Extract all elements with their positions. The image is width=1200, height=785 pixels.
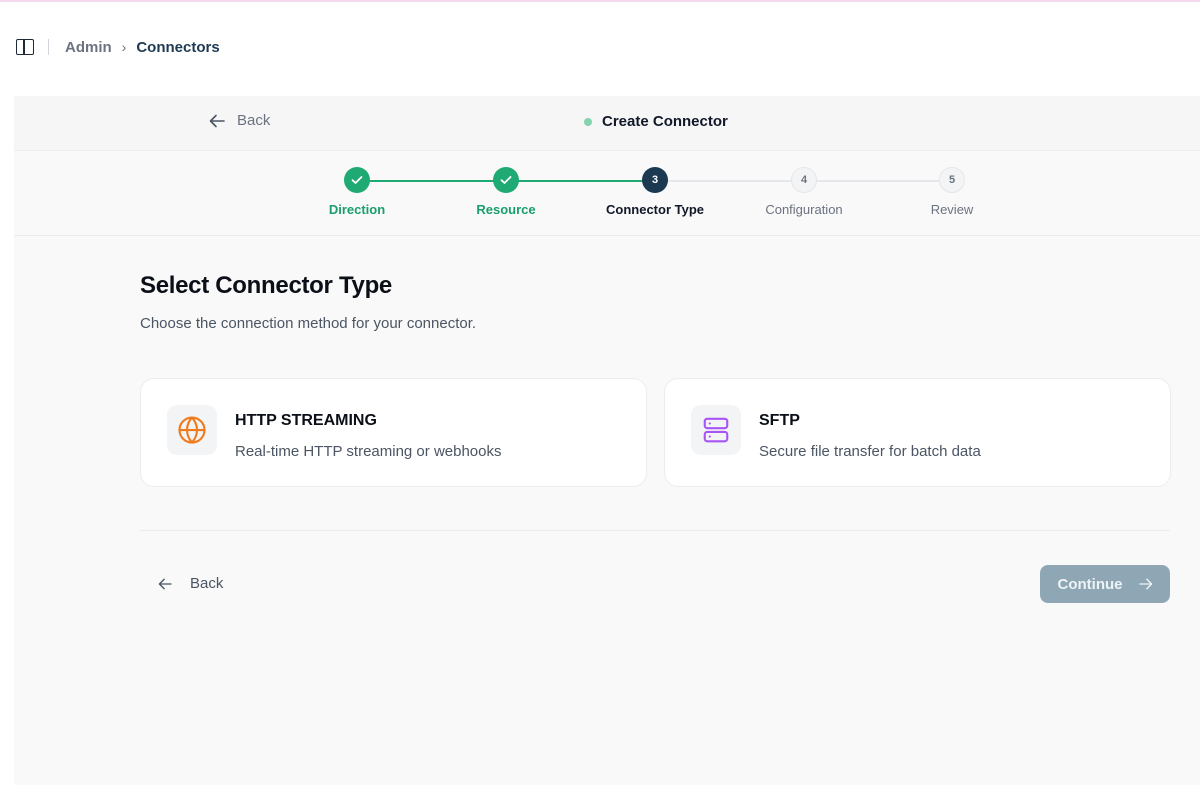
page-subtitle: Choose the connection method for your co… — [140, 315, 477, 332]
breadcrumb-admin-link[interactable]: Admin — [65, 39, 112, 56]
server-icon — [691, 405, 741, 455]
step-configuration: 4 Configuration — [734, 167, 874, 217]
step-label: Direction — [328, 202, 386, 217]
breadcrumb: Admin › Connectors — [65, 39, 220, 56]
step-number: 3 — [642, 167, 668, 193]
step-review: 5 Review — [882, 167, 1022, 217]
step-direction: Direction — [287, 167, 427, 217]
chevron-right-icon: › — [121, 39, 127, 55]
arrow-right-icon — [1138, 578, 1152, 590]
stepper: Direction Resource 3 Connector Type 4 Co… — [14, 152, 1200, 236]
step-label: Resource — [476, 202, 536, 217]
card-title: HTTP STREAMING — [235, 412, 377, 429]
step-connector-type: 3 Connector Type — [585, 167, 725, 217]
footer-back-label: Back — [190, 575, 224, 592]
connector-card-sftp[interactable]: SFTP Secure file transfer for batch data — [664, 378, 1171, 487]
top-bar: Admin › Connectors — [0, 2, 1200, 92]
continue-button[interactable]: Continue — [1040, 565, 1170, 603]
wizard-panel: Back Create Connector Direction Resource… — [14, 96, 1200, 785]
step-resource: Resource — [436, 167, 576, 217]
step-number: 4 — [791, 167, 817, 193]
step-label: Configuration — [765, 202, 843, 217]
arrow-left-icon — [158, 578, 172, 589]
page-title: Select Connector Type — [140, 272, 392, 299]
card-description: Real-time HTTP streaming or webhooks — [235, 443, 502, 460]
connector-card-http-streaming[interactable]: HTTP STREAMING Real-time HTTP streaming … — [140, 378, 647, 487]
footer-back-button[interactable]: Back — [158, 575, 223, 592]
status-dot-icon — [584, 117, 592, 126]
step-number: 5 — [939, 167, 965, 193]
sidebar-toggle-icon[interactable] — [16, 39, 34, 55]
header-back-label: Back — [237, 112, 271, 129]
arrow-left-icon — [209, 114, 225, 127]
card-title: SFTP — [759, 412, 800, 429]
step-label: Review — [930, 202, 974, 217]
breadcrumb-current: Connectors — [136, 38, 220, 56]
topbar-divider — [48, 39, 49, 55]
continue-label: Continue — [1057, 575, 1123, 593]
wizard-header: Back Create Connector — [14, 96, 1200, 151]
header-back-button[interactable]: Back — [209, 112, 270, 129]
footer-divider — [140, 530, 1170, 531]
globe-icon — [167, 405, 217, 455]
check-icon — [493, 167, 519, 193]
card-description: Secure file transfer for batch data — [759, 443, 981, 460]
step-label: Connector Type — [606, 202, 704, 217]
check-icon — [344, 167, 370, 193]
wizard-title-text: Create Connector — [602, 113, 728, 130]
wizard-title: Create Connector — [584, 113, 728, 130]
